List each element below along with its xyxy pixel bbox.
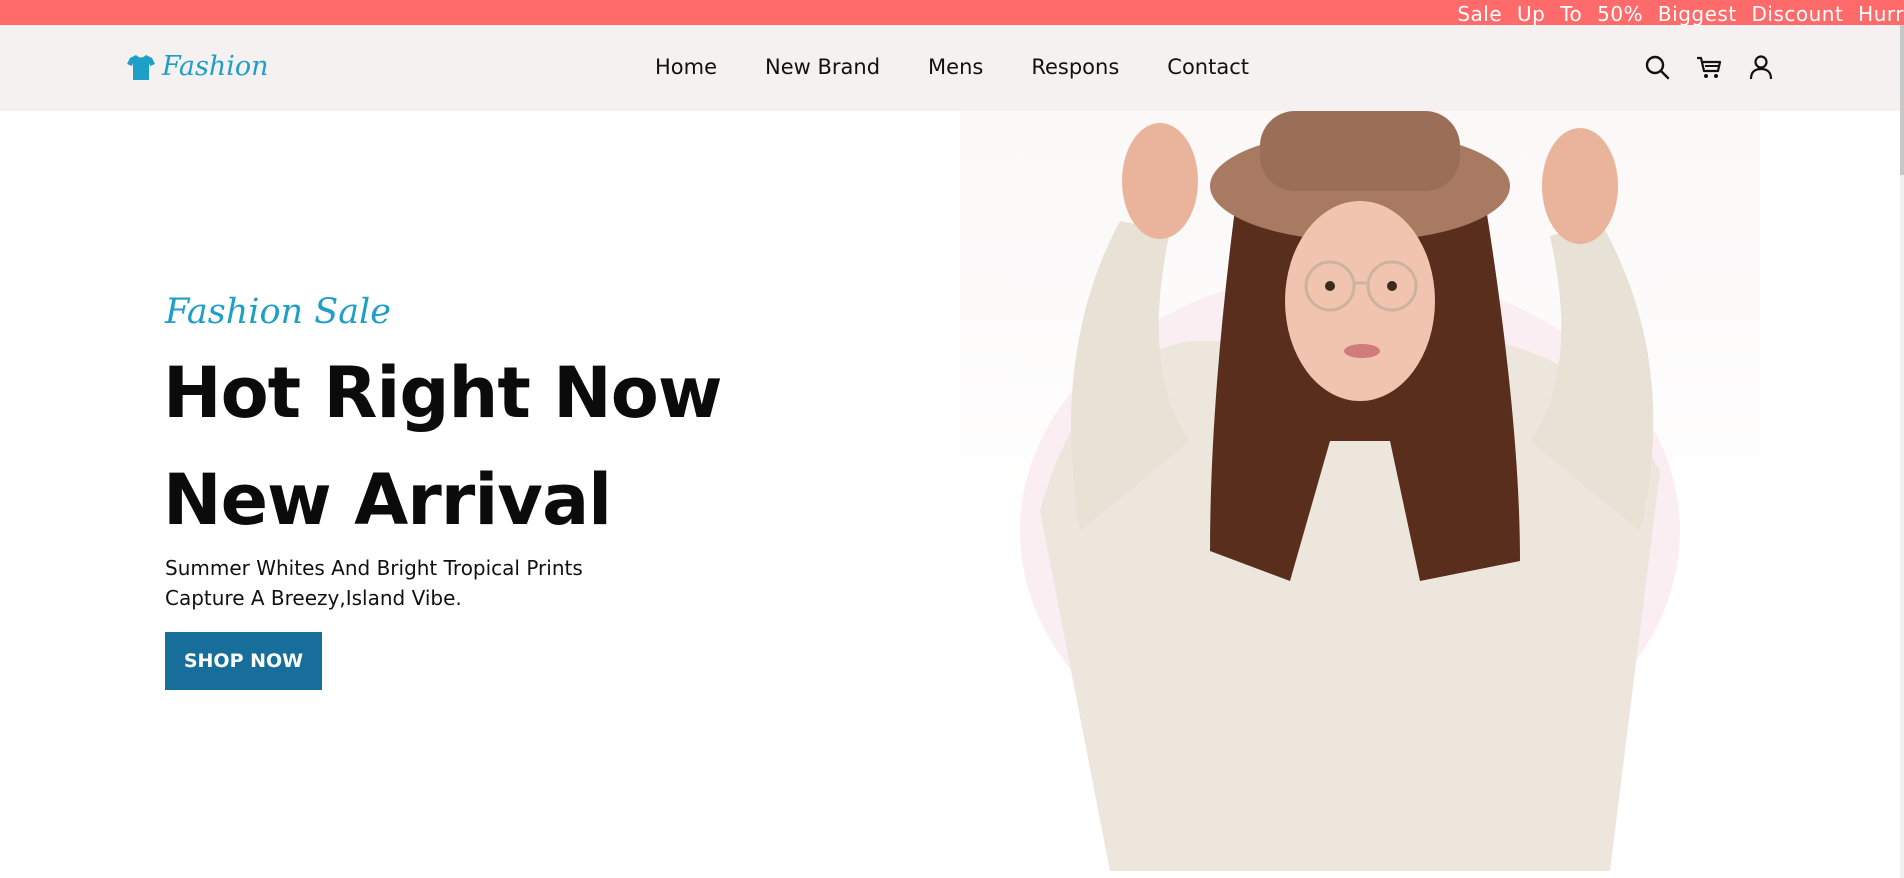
nav-new-brand[interactable]: New Brand (765, 55, 880, 79)
nav-icon-group (1643, 53, 1799, 81)
user-icon[interactable] (1747, 53, 1775, 81)
hero-headline-1: Hot Right Now (163, 352, 723, 434)
hero-model-image (960, 111, 1760, 871)
scrollbar-thumb[interactable] (1900, 25, 1904, 175)
navbar: Fashion Home New Brand Mens Respons Cont… (0, 25, 1904, 111)
cart-icon[interactable] (1695, 53, 1723, 81)
nav-mens[interactable]: Mens (928, 55, 983, 79)
brand-logo[interactable]: Fashion (126, 51, 269, 82)
hero-description: Summer Whites And Bright Tropical Prints… (165, 556, 583, 610)
hero-kicker: Fashion Sale (165, 292, 391, 332)
search-icon[interactable] (1643, 53, 1671, 81)
shop-now-button[interactable]: SHOP NOW (165, 632, 322, 690)
nav-home[interactable]: Home (655, 55, 717, 79)
promo-bar: Sale Up To 50% Biggest Discount Hurr (0, 0, 1904, 25)
hero-headline-2: New Arrival (163, 459, 612, 541)
promo-text: Sale Up To 50% Biggest Discount Hurr (1457, 2, 1904, 25)
nav-respons[interactable]: Respons (1031, 55, 1119, 79)
nav-contact[interactable]: Contact (1167, 55, 1249, 79)
brand-name: Fashion (162, 51, 269, 82)
main-nav: Home New Brand Mens Respons Contact (655, 55, 1297, 79)
tshirt-icon (127, 54, 155, 80)
